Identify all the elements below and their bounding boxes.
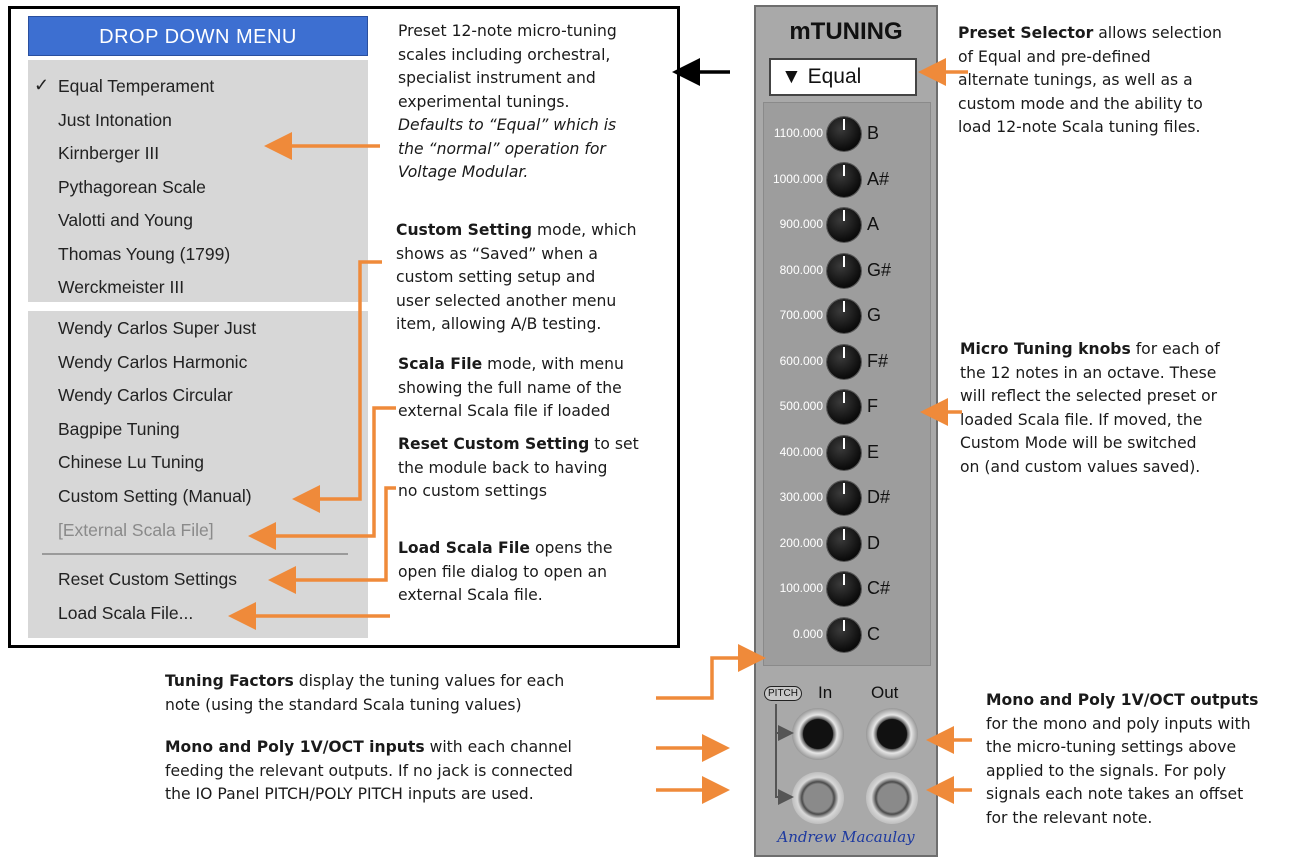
arrow-custom bbox=[292, 260, 382, 513]
arrow-factors bbox=[656, 644, 766, 700]
module-route-poly bbox=[775, 704, 794, 805]
arrows-layer bbox=[228, 58, 972, 805]
arrow-reset bbox=[268, 486, 396, 594]
arrow-scala bbox=[248, 406, 396, 550]
